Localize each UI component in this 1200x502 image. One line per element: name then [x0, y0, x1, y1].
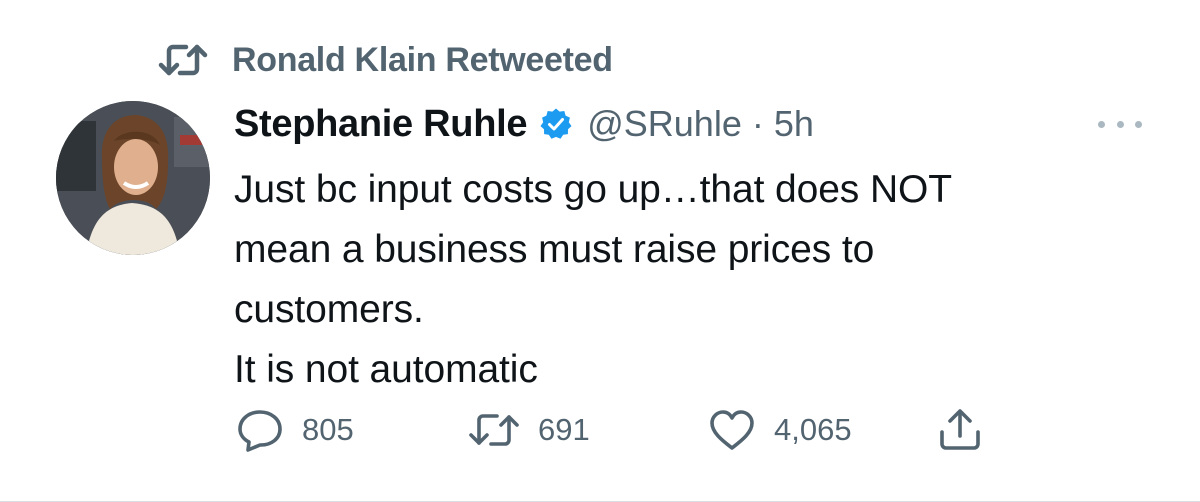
tweet-text-line: Just bc input costs go up…that does NOT [234, 168, 952, 211]
tweet-text-line: It is not automatic [234, 348, 538, 391]
retweet-button[interactable]: 691 [468, 404, 590, 456]
share-button[interactable] [936, 404, 984, 456]
retweet-count: 691 [538, 412, 590, 447]
reply-icon [236, 408, 284, 452]
avatar[interactable] [56, 101, 210, 255]
share-icon [936, 406, 984, 454]
retweet-icon [158, 41, 208, 79]
tweet-timestamp[interactable]: 5h [774, 103, 814, 145]
like-count: 4,065 [774, 412, 852, 447]
tweet-text: Just bc input costs go up…that does NOT … [234, 160, 1134, 400]
tweet-text-line: mean a business must raise prices to [234, 228, 875, 271]
tweet-actions: 805 691 4,065 [232, 404, 992, 456]
social-context[interactable]: Ronald Klain Retweeted [158, 36, 613, 84]
author-display-name[interactable]: Stephanie Ruhle [234, 103, 528, 146]
retweeted-by-label: Ronald Klain Retweeted [232, 40, 613, 79]
more-options-icon[interactable] [1098, 112, 1142, 136]
more-dot [1116, 120, 1124, 128]
author-handle[interactable]: @SRuhle [587, 103, 742, 145]
tweet-header: Stephanie Ruhle @SRuhle · 5h [234, 98, 814, 150]
more-dot [1135, 120, 1142, 128]
tweet-text-line: customers. [234, 288, 424, 331]
reply-count: 805 [302, 412, 354, 447]
more-dot [1098, 120, 1105, 128]
separator-dot: · [751, 103, 764, 144]
retweet-icon [468, 410, 520, 450]
tweet[interactable]: Ronald Klain Retweeted Stephanie Ruhle @… [0, 0, 1200, 502]
like-button[interactable]: 4,065 [708, 404, 852, 456]
heart-icon [708, 408, 756, 452]
reply-button[interactable]: 805 [236, 404, 354, 456]
verified-badge-icon [539, 107, 573, 141]
